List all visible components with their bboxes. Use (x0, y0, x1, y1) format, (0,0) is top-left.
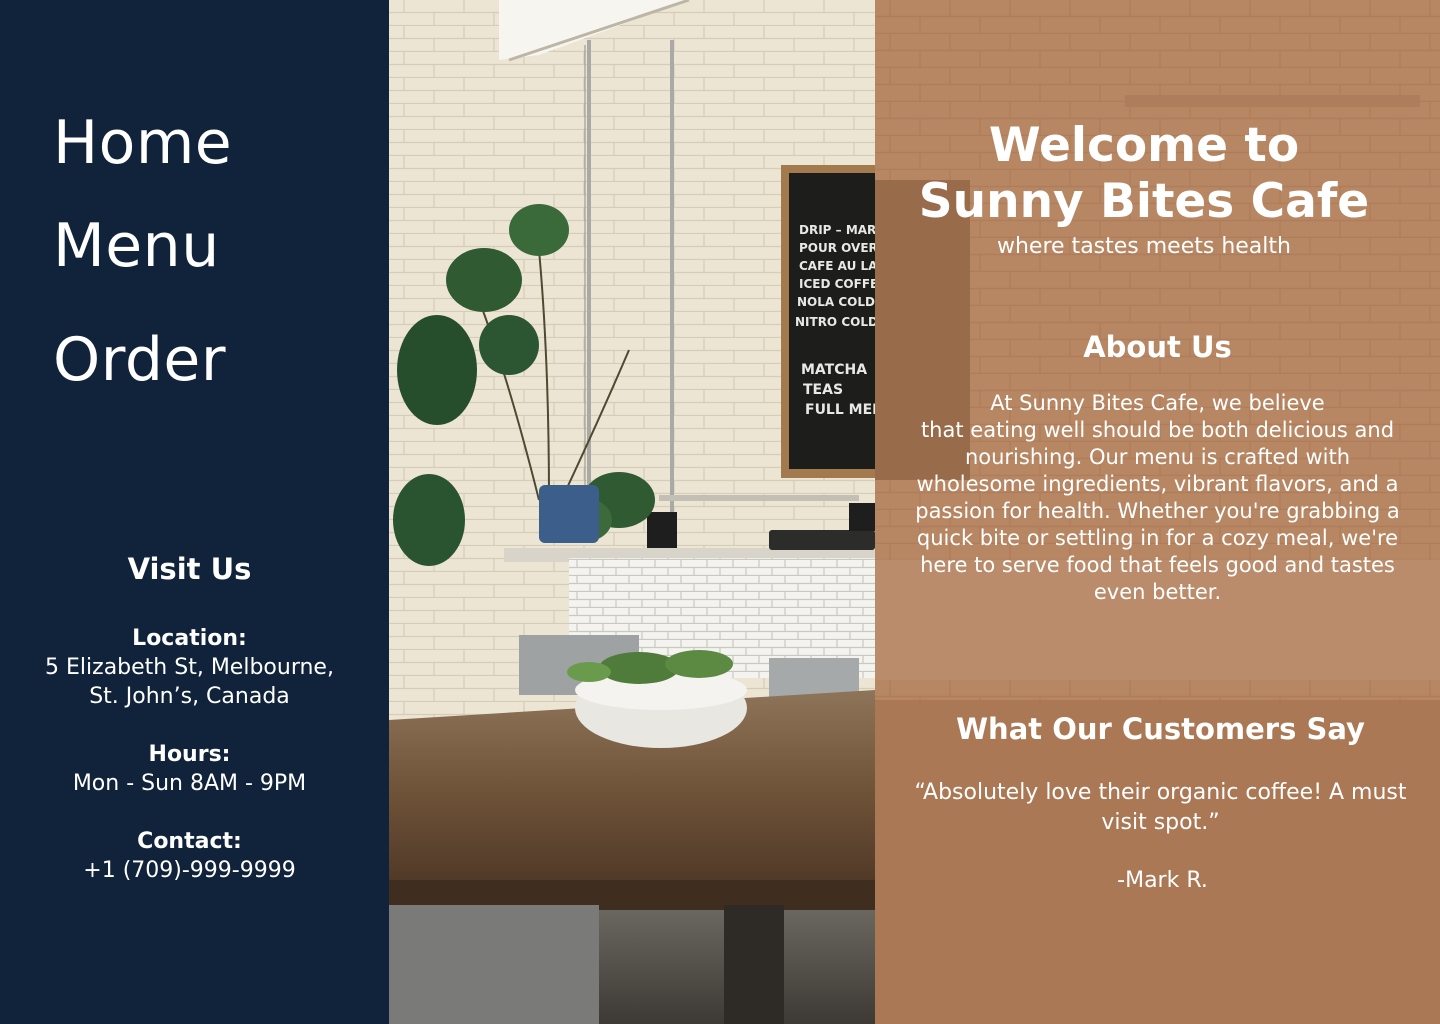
about-line: passion for health. Whether you're grabb… (915, 499, 1400, 523)
board-line: MATCHA (801, 362, 867, 378)
board-line: DRIP – MARKET (799, 223, 875, 237)
about-line: here to serve food that feels good and t… (920, 553, 1395, 577)
about-us-heading: About Us (1083, 330, 1232, 364)
location-block: Location: 5 Elizabeth St, Melbourne, St.… (0, 624, 379, 711)
about-line: wholesome ingredients, vibrant flavors, … (916, 472, 1399, 496)
board-line: NITRO COLD BREW (795, 315, 875, 329)
board-line: NOLA COLD BREW (797, 295, 875, 309)
about-line: quick bite or settling in for a cozy mea… (916, 526, 1399, 550)
welcome-heading: Welcome to Sunny Bites Cafe (875, 118, 1413, 230)
nav-link-home[interactable]: Home (53, 113, 232, 173)
sidebar: Home Menu Order Visit Us Location: 5 Eli… (0, 0, 389, 1024)
board-line: ICED COFFEE (799, 277, 875, 291)
hours-block: Hours: Mon - Sun 8AM - 9PM (0, 740, 379, 798)
visit-us-heading: Visit Us (127, 552, 252, 586)
about-us-text: At Sunny Bites Cafe, we believe that eat… (895, 390, 1420, 606)
nav-link-order[interactable]: Order (53, 330, 226, 390)
hours-label: Hours: (148, 742, 231, 767)
hours-value: Mon - Sun 8AM - 9PM (72, 771, 307, 796)
location-line-1: 5 Elizabeth St, Melbourne, (45, 655, 334, 680)
testimonial-quote: “Absolutely love their organic coffee! A… (895, 778, 1426, 838)
tagline: where tastes meets health (997, 234, 1291, 259)
location-label: Location: (132, 626, 247, 651)
location-line-2: St. John’s, Canada (89, 684, 290, 709)
about-line: even better. (1093, 580, 1222, 604)
welcome-panel: Welcome to Sunny Bites Cafe where tastes… (875, 0, 1440, 1024)
testimonials-heading: What Our Customers Say (956, 712, 1365, 746)
welcome-line-1: Welcome to (988, 118, 1300, 173)
visit-us-section: Visit Us Location: 5 Elizabeth St, Melbo… (0, 552, 379, 914)
cafe-interior-photo: DRIP – MARKET POUR OVER CAFE AU LAIT ICE… (389, 0, 875, 1024)
quote-line-2: visit spot.” (1101, 810, 1220, 835)
about-line: nourishing. Our menu is crafted with (964, 445, 1351, 469)
contact-label: Contact: (137, 829, 242, 854)
quote-line-1: “Absolutely love their organic coffee! A… (914, 780, 1407, 805)
testimonial-author: -Mark R. (1117, 868, 1208, 893)
about-line: that eating well should be both deliciou… (920, 418, 1395, 442)
about-line: At Sunny Bites Cafe, we believe (990, 391, 1325, 415)
welcome-line-2: Sunny Bites Cafe (918, 174, 1370, 229)
board-line: FULL MENU (805, 402, 875, 418)
contact-value[interactable]: +1 (709)-999-9999 (0, 856, 379, 885)
board-line: POUR OVER (799, 241, 875, 255)
contact-block: Contact: +1 (709)-999-9999 (0, 827, 379, 885)
board-line: TEAS (803, 382, 843, 398)
nav-link-menu[interactable]: Menu (53, 216, 220, 276)
board-line: CAFE AU LAIT (799, 259, 875, 273)
